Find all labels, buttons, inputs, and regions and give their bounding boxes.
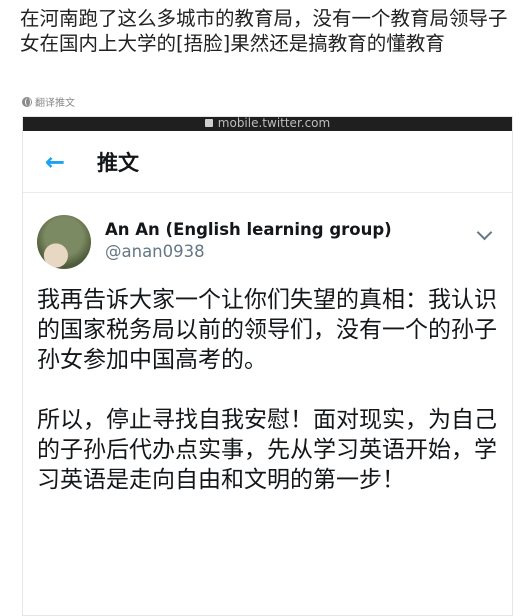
tweet-header: ← 推文 (23, 131, 512, 193)
translate-label: 翻译推文 (35, 98, 75, 109)
avatar[interactable] (37, 215, 91, 269)
tweet-body: 我再告诉大家一个让你们失望的真相：我认识的国家税务局以前的领导们，没有一个的孙子… (23, 269, 512, 495)
browser-url-bar: mobile.twitter.com (23, 117, 512, 131)
tweet-paragraph: 我再告诉大家一个让你们失望的真相：我认识的国家税务局以前的领导们，没有一个的孙子… (37, 287, 497, 373)
author-info: An An (English learning group) @anan0938 (105, 219, 392, 263)
author-handle[interactable]: @anan0938 (105, 241, 392, 263)
author-name[interactable]: An An (English learning group) (105, 219, 392, 241)
author-row: An An (English learning group) @anan0938 (23, 193, 512, 269)
post-text: 在河南跑了这么多城市的教育局，没有一个教育局领导子女在国内上大学的[捂脸]果然还… (20, 7, 508, 55)
tweet-paragraph: 所以，停止寻找自我安慰！面对现实，为自己的子孙后代办点实事，先从学习英语开始，学… (37, 407, 497, 493)
lock-icon (204, 119, 213, 127)
back-arrow-icon[interactable]: ← (45, 148, 97, 176)
chevron-down-icon[interactable] (476, 224, 493, 241)
url-text: mobile.twitter.com (217, 117, 331, 130)
page-title: 推文 (97, 150, 139, 175)
translate-link[interactable]: 翻译推文 (22, 94, 75, 109)
globe-icon (22, 96, 32, 107)
tweet-screenshot: mobile.twitter.com ← 推文 An An (English l… (22, 116, 513, 616)
